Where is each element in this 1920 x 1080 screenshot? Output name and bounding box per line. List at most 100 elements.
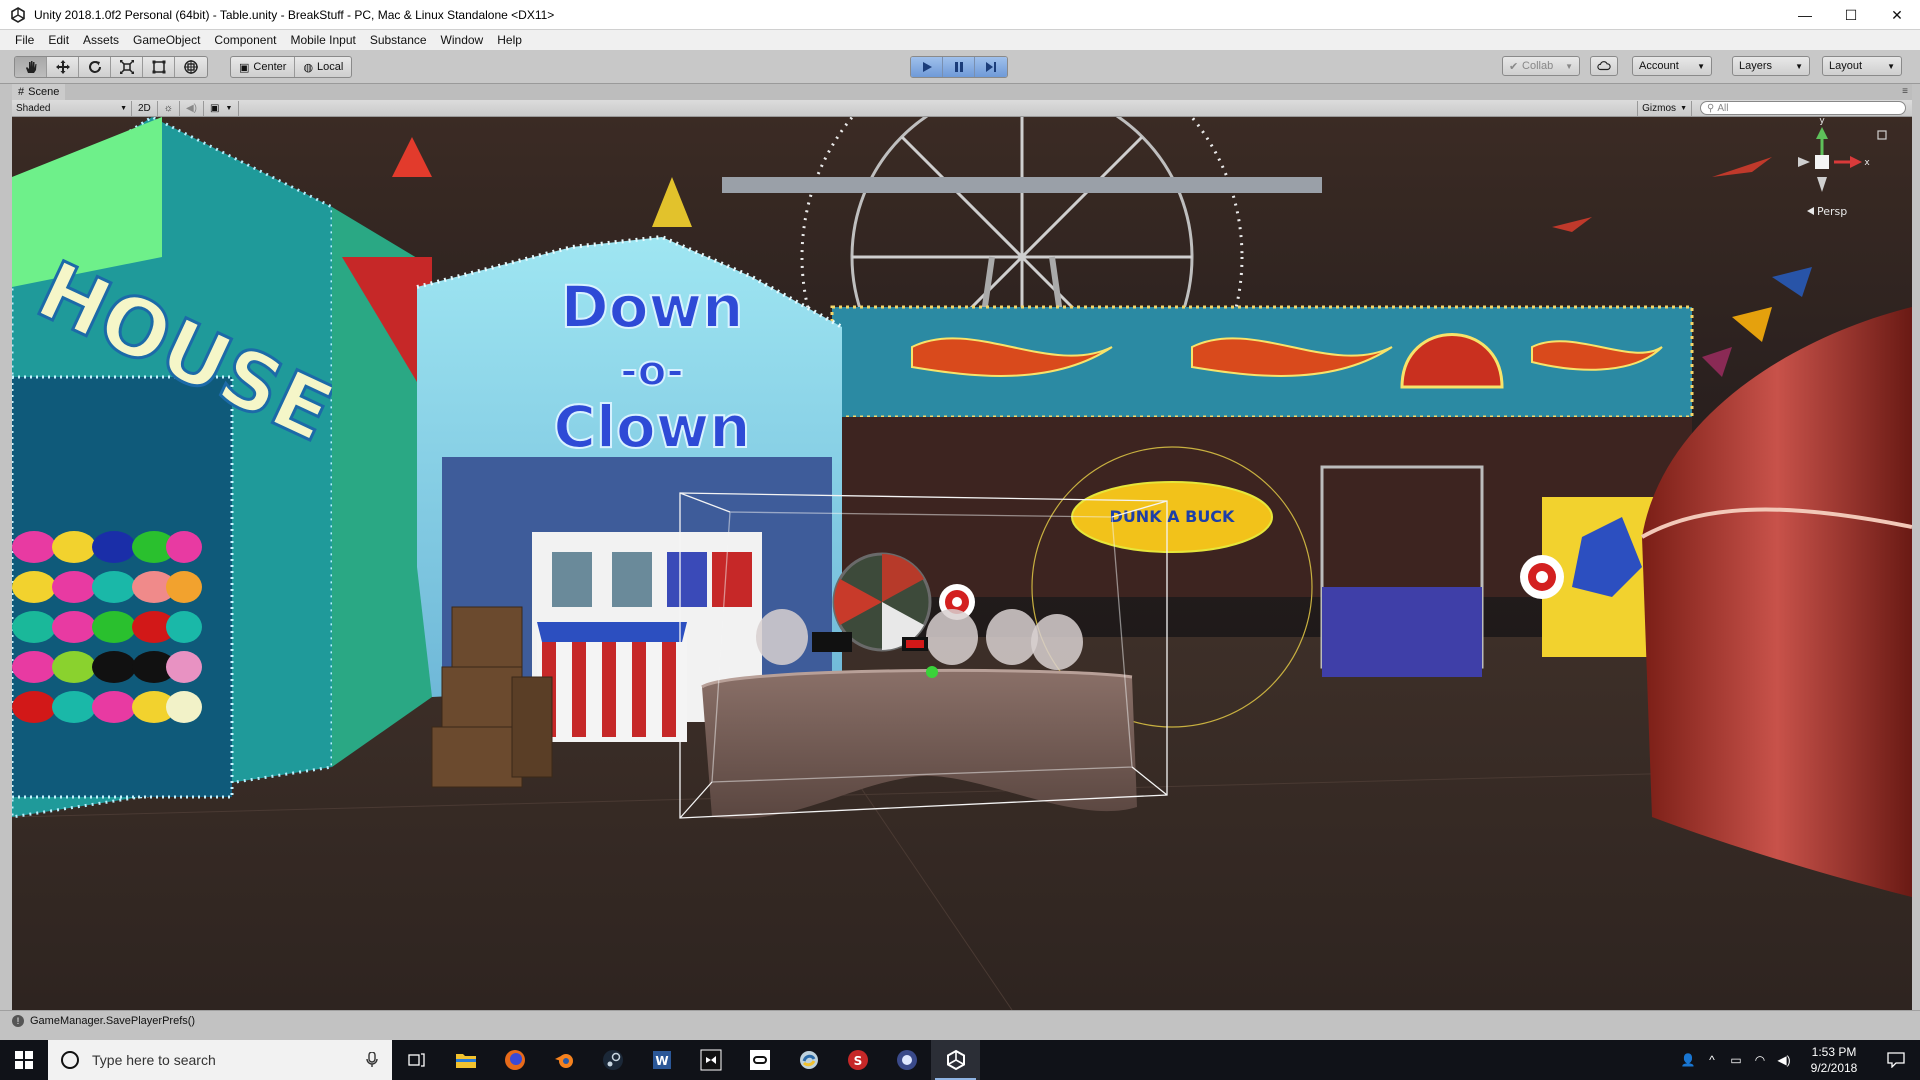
vpn-icon xyxy=(896,1050,917,1070)
effects-dropdown[interactable]: ▣ ▼ xyxy=(204,100,240,116)
minimize-icon: — xyxy=(1798,7,1812,23)
scene-control-bar: Shaded ▼ 2D ☼ ◀) ▣ ▼ Gizmos ▼ ⚲ All xyxy=(12,100,1912,117)
gizmo-axis-y-label: y xyxy=(1819,117,1825,126)
taskbar-python[interactable] xyxy=(784,1040,833,1080)
move-icon xyxy=(55,60,70,74)
info-icon: ! xyxy=(12,1014,24,1027)
menu-help[interactable]: Help xyxy=(490,30,529,50)
pause-button[interactable] xyxy=(943,57,975,77)
volume-icon[interactable]: ◀) xyxy=(1772,1040,1796,1080)
start-button[interactable] xyxy=(0,1040,48,1080)
shading-mode-dropdown[interactable]: Shaded ▼ xyxy=(12,100,132,116)
dunk-sign-text: DUNK A BUCK xyxy=(1110,507,1236,526)
menu-file[interactable]: File xyxy=(8,30,41,50)
chevron-up-icon[interactable]: ^ xyxy=(1700,1040,1724,1080)
gizmos-dropdown[interactable]: Gizmos ▼ xyxy=(1637,101,1692,116)
taskbar-app-list: W S xyxy=(392,1040,980,1080)
scene-render: DUNK A BUCK HOUSE Down -o- Clown y x Per… xyxy=(12,117,1912,1010)
transform-tools xyxy=(14,56,208,78)
menu-edit[interactable]: Edit xyxy=(41,30,76,50)
chevron-down-icon: ▼ xyxy=(1887,61,1895,71)
taskbar-word[interactable]: W xyxy=(637,1040,686,1080)
wifi-icon[interactable]: ◠ xyxy=(1748,1040,1772,1080)
folder-icon xyxy=(455,1054,476,1068)
menu-mobile-input[interactable]: Mobile Input xyxy=(283,30,362,50)
scale-tool-button[interactable] xyxy=(111,57,143,77)
menu-substance[interactable]: Substance xyxy=(363,30,434,50)
taskbar-visual-studio[interactable] xyxy=(686,1040,735,1080)
pivot-local-label: Local xyxy=(317,61,344,73)
python-icon xyxy=(799,1051,818,1069)
taskbar-unity[interactable] xyxy=(931,1040,980,1080)
console-status-message[interactable]: GameManager.SavePlayerPrefs() xyxy=(30,1015,195,1027)
rect-icon xyxy=(152,60,165,74)
collab-dropdown[interactable]: ✔ Collab ▼ xyxy=(1502,56,1580,76)
play-button[interactable] xyxy=(911,57,943,77)
taskbar-file-explorer[interactable] xyxy=(441,1040,490,1080)
maximize-button[interactable]: ☐ xyxy=(1828,0,1874,30)
taskbar-vpn[interactable] xyxy=(882,1040,931,1080)
mode-2d-toggle[interactable]: 2D xyxy=(132,100,158,116)
chevron-down-icon: ▼ xyxy=(1680,105,1687,112)
projection-label[interactable]: Persp xyxy=(1817,205,1847,218)
tab-menu-icon[interactable]: ≡ xyxy=(1902,86,1908,97)
hand-tool-button[interactable] xyxy=(15,57,47,77)
minimize-button[interactable]: — xyxy=(1782,0,1828,30)
taskbar-steam[interactable] xyxy=(588,1040,637,1080)
account-dropdown[interactable]: Account ▼ xyxy=(1632,56,1712,76)
pivot-local-toggle[interactable]: ◍ Local xyxy=(295,57,351,77)
step-button[interactable] xyxy=(975,57,1007,77)
window-controls: — ☐ ✕ xyxy=(1782,0,1920,30)
taskbar-clock[interactable]: 1:53 PM 9/2/2018 xyxy=(1796,1044,1872,1076)
pivot-toggles: ▣ Center ◍ Local xyxy=(230,56,353,78)
cloud-button[interactable] xyxy=(1590,56,1618,76)
scene-tab[interactable]: # Scene xyxy=(12,84,66,100)
menu-window[interactable]: Window xyxy=(434,30,491,50)
layout-dropdown[interactable]: Layout ▼ xyxy=(1822,56,1902,76)
cortana-icon xyxy=(61,1051,79,1069)
word-icon: W xyxy=(652,1051,671,1069)
chevron-down-icon: ▼ xyxy=(225,104,233,112)
menu-bar: File Edit Assets GameObject Component Mo… xyxy=(0,30,1920,50)
playback-controls xyxy=(910,56,1008,78)
booth-sign-line1: Down xyxy=(561,273,744,341)
menu-assets[interactable]: Assets xyxy=(76,30,126,50)
rotate-tool-button[interactable] xyxy=(79,57,111,77)
rect-tool-button[interactable] xyxy=(143,57,175,77)
scene-tab-label: Scene xyxy=(28,86,60,98)
layout-label: Layout xyxy=(1829,60,1863,72)
pivot-center-icon: ▣ xyxy=(239,61,250,74)
taskbar-search-box[interactable]: Type here to search xyxy=(48,1040,392,1080)
microphone-icon[interactable] xyxy=(366,1052,378,1068)
battery-icon[interactable]: ▭ xyxy=(1724,1040,1748,1080)
audio-toggle[interactable]: ◀) xyxy=(180,100,204,116)
menu-gameobject[interactable]: GameObject xyxy=(126,30,207,50)
close-button[interactable]: ✕ xyxy=(1874,0,1920,30)
move-tool-button[interactable] xyxy=(47,57,79,77)
lighting-toggle[interactable]: ☼ xyxy=(158,100,180,116)
chevron-down-icon: ▼ xyxy=(1565,61,1573,71)
task-view-button[interactable] xyxy=(392,1040,441,1080)
action-center-button[interactable] xyxy=(1872,1040,1920,1080)
pivot-center-toggle[interactable]: ▣ Center xyxy=(231,57,296,77)
people-icon[interactable]: 👤 xyxy=(1676,1040,1700,1080)
transform-icon xyxy=(184,60,198,74)
pause-icon xyxy=(954,62,963,72)
rotate-icon xyxy=(88,61,101,73)
taskbar-firefox[interactable] xyxy=(490,1040,539,1080)
scene-search-input[interactable]: ⚲ All xyxy=(1700,101,1906,115)
taskbar-blender[interactable] xyxy=(539,1040,588,1080)
layers-dropdown[interactable]: Layers ▼ xyxy=(1732,56,1810,76)
taskbar-oculus[interactable] xyxy=(735,1040,784,1080)
play-icon xyxy=(922,62,932,72)
scene-viewport[interactable]: DUNK A BUCK HOUSE Down -o- Clown y x Per… xyxy=(12,117,1912,1010)
taskbar-substance[interactable]: S xyxy=(833,1040,882,1080)
menu-component[interactable]: Component xyxy=(207,30,283,50)
firefox-icon xyxy=(504,1050,525,1070)
transform-tool-button[interactable] xyxy=(175,57,207,77)
scale-icon xyxy=(119,60,134,74)
oculus-icon xyxy=(749,1050,770,1070)
clock-date: 9/2/2018 xyxy=(1810,1061,1858,1075)
booth-sign-line2: -o- xyxy=(620,346,684,395)
collab-check-icon: ✔ xyxy=(1509,60,1519,73)
